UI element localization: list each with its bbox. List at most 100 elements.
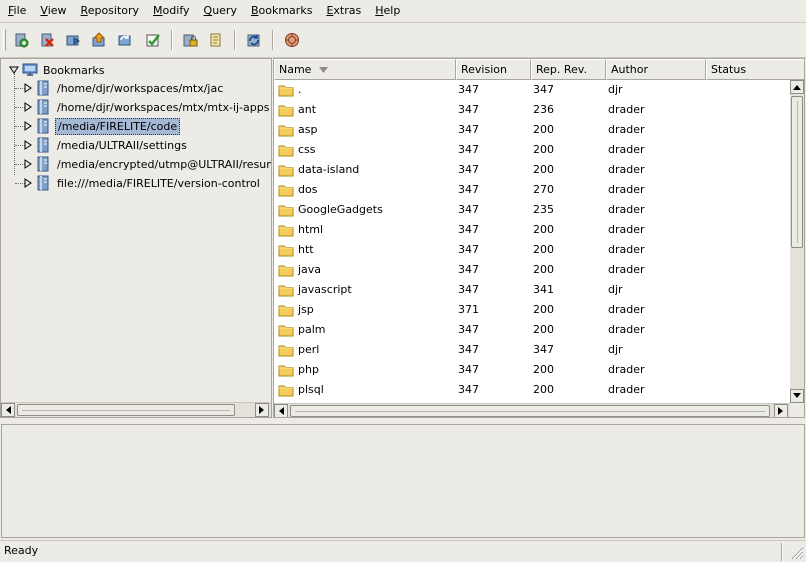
log-button[interactable] — [206, 30, 226, 50]
switch-button[interactable] — [115, 30, 135, 50]
sort-descending-icon — [319, 63, 329, 76]
folder-icon — [278, 243, 294, 257]
expand-arrow-icon[interactable] — [23, 159, 33, 169]
table-row[interactable]: plsql 347 200 drader — [274, 380, 790, 400]
cell-author: drader — [608, 163, 645, 176]
vertical-scroll-thumb[interactable] — [791, 96, 803, 248]
folder-icon — [278, 283, 294, 297]
table-row[interactable]: jsp 371 200 drader — [274, 300, 790, 320]
status-text: Ready — [4, 544, 39, 557]
table-row[interactable]: javascript 347 341 djr — [274, 280, 790, 300]
horizontal-scroll-thumb[interactable] — [17, 404, 235, 416]
table-row[interactable]: perl 347 347 djr — [274, 340, 790, 360]
tree-item-bookmark[interactable]: /media/FIRELITE/code — [23, 117, 181, 135]
folder-icon — [278, 323, 294, 337]
column-header-rep-rev[interactable]: Rep. Rev. — [531, 59, 606, 80]
expand-arrow-icon[interactable] — [23, 140, 33, 150]
scroll-corner — [790, 403, 804, 417]
tree-horizontal-scrollbar[interactable] — [1, 402, 271, 417]
column-header-label: Author — [611, 63, 649, 76]
add-bookmark-button[interactable] — [11, 30, 31, 50]
table-row[interactable]: asp 347 200 drader — [274, 120, 790, 140]
tree-item-label: /media/encrypted/utmp@ULTRAII/resumes — [57, 157, 272, 171]
repository-icon — [36, 137, 52, 153]
commit-button[interactable] — [143, 30, 163, 50]
tree-root-bookmarks[interactable]: Bookmarks — [9, 61, 106, 79]
cell-rep-rev: 200 — [533, 163, 554, 176]
table-horizontal-scrollbar[interactable] — [274, 403, 790, 417]
cell-author: drader — [608, 143, 645, 156]
lock-button[interactable] — [180, 30, 200, 50]
arrow-up-icon — [793, 85, 801, 90]
menu-view[interactable]: View — [34, 0, 72, 22]
cell-name: plsql — [298, 383, 324, 396]
tree-item-bookmark[interactable]: /media/encrypted/utmp@ULTRAII/resumes — [23, 155, 272, 173]
expand-arrow-icon[interactable] — [23, 83, 33, 93]
horizontal-scroll-thumb[interactable] — [290, 405, 770, 417]
menu-modify[interactable]: Modify — [147, 0, 195, 22]
folder-icon — [278, 203, 294, 217]
expand-arrow-icon[interactable] — [23, 102, 33, 112]
menu-file[interactable]: File — [2, 0, 32, 22]
update-button[interactable] — [89, 30, 109, 50]
stop-button[interactable] — [282, 30, 302, 50]
column-header-author[interactable]: Author — [606, 59, 706, 80]
table-row[interactable]: ant 347 236 drader — [274, 100, 790, 120]
table-row[interactable]: java 347 200 drader — [274, 260, 790, 280]
table-row[interactable]: . 347 347 djr — [274, 80, 790, 100]
scroll-right-button[interactable] — [255, 403, 269, 417]
cell-revision: 347 — [458, 223, 479, 236]
column-header-status[interactable]: Status — [706, 59, 804, 80]
bookmarks-tree[interactable]: Bookmarks/home/djr/workspaces/mtx/jac/ho… — [0, 58, 272, 418]
output-panel[interactable] — [1, 424, 805, 538]
cell-author: drader — [608, 323, 645, 336]
scroll-up-button[interactable] — [790, 80, 804, 94]
table-row[interactable]: html 347 200 drader — [274, 220, 790, 240]
expand-arrow-icon[interactable] — [23, 121, 33, 131]
table-vertical-scrollbar[interactable] — [790, 80, 804, 404]
table-row[interactable]: palm 347 200 drader — [274, 320, 790, 340]
toolbar-grip[interactable] — [3, 29, 6, 51]
menu-help[interactable]: Help — [369, 0, 406, 22]
cell-rep-rev: 235 — [533, 203, 554, 216]
status-bar: Ready — [0, 540, 806, 562]
tree-item-bookmark[interactable]: /home/djr/workspaces/mtx/jac — [23, 79, 225, 97]
tree-item-bookmark[interactable]: /home/djr/workspaces/mtx/mtx-ij-apps — [23, 98, 271, 116]
menu-query[interactable]: Query — [198, 0, 243, 22]
cell-rep-rev: 347 — [533, 343, 554, 356]
tree-item-label: /media/ULTRAII/settings — [57, 138, 187, 152]
cell-name: asp — [298, 123, 318, 136]
menu-repository[interactable]: Repository — [75, 0, 146, 22]
column-header-name[interactable]: Name — [274, 59, 456, 80]
cell-author: djr — [608, 83, 623, 96]
computer-icon — [22, 62, 38, 78]
resize-grip-icon[interactable] — [788, 544, 804, 560]
column-header-revision[interactable]: Revision — [456, 59, 531, 80]
cell-rep-rev: 200 — [533, 323, 554, 336]
folder-icon — [278, 343, 294, 357]
table-row[interactable]: htt 347 200 drader — [274, 240, 790, 260]
cell-name: perl — [298, 343, 320, 356]
scroll-left-button[interactable] — [1, 403, 15, 417]
tree-item-bookmark[interactable]: file:///media/FIRELITE/version-control — [23, 174, 262, 192]
table-row[interactable]: css 347 200 drader — [274, 140, 790, 160]
menu-extras[interactable]: Extras — [320, 0, 367, 22]
refresh-button[interactable] — [244, 30, 264, 50]
table-row[interactable]: php 347 200 drader — [274, 360, 790, 380]
tree-item-bookmark[interactable]: /media/ULTRAII/settings — [23, 136, 189, 154]
expand-arrow-icon[interactable] — [23, 178, 33, 188]
scroll-left-button[interactable] — [274, 404, 288, 417]
file-table[interactable]: Name Revision Rep. Rev. Author Status . 347 34… — [273, 58, 805, 418]
cell-revision: 347 — [458, 383, 479, 396]
table-row[interactable]: GoogleGadgets 347 235 drader — [274, 200, 790, 220]
remove-bookmark-button[interactable] — [37, 30, 57, 50]
checkout-button[interactable] — [63, 30, 83, 50]
scroll-right-button[interactable] — [774, 404, 788, 417]
cell-revision: 347 — [458, 183, 479, 196]
table-row[interactable]: data-island 347 200 drader — [274, 160, 790, 180]
tree-item-label: /home/djr/workspaces/mtx/jac — [57, 81, 224, 95]
cell-rep-rev: 200 — [533, 383, 554, 396]
table-row[interactable]: dos 347 270 drader — [274, 180, 790, 200]
scroll-down-button[interactable] — [790, 389, 804, 403]
menu-bookmarks[interactable]: Bookmarks — [245, 0, 318, 22]
